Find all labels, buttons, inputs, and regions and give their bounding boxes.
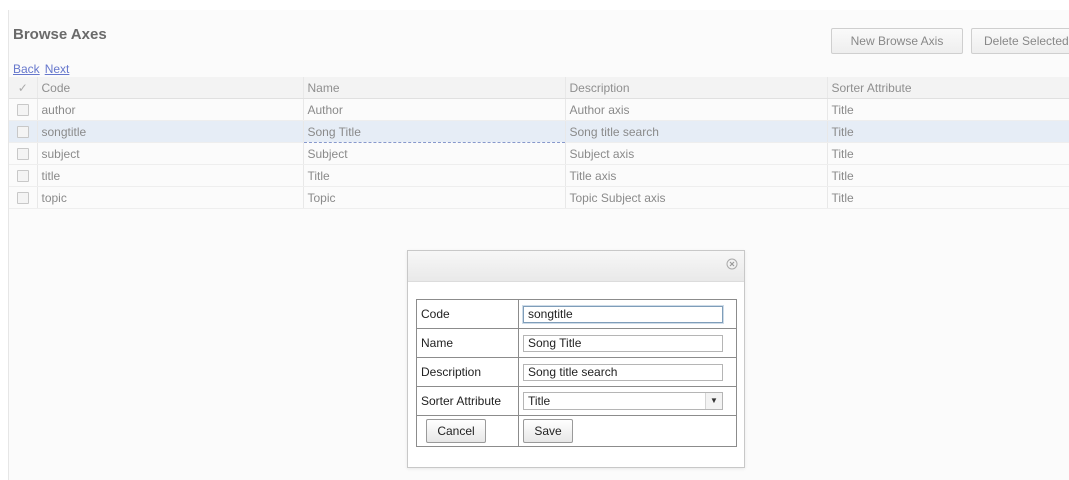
next-link[interactable]: Next xyxy=(45,62,70,76)
delete-selected-button[interactable]: Delete Selected xyxy=(971,28,1069,54)
checkmark-icon: ✓ xyxy=(17,80,28,95)
sorter-attribute-value: Title xyxy=(528,394,551,408)
cell-sorter: Title xyxy=(827,164,1069,187)
cell-name: Subject xyxy=(303,142,566,165)
back-link[interactable]: Back xyxy=(13,62,40,76)
cell-code: songtitle xyxy=(37,120,304,143)
name-input[interactable] xyxy=(523,334,723,352)
cell-name: Author xyxy=(303,98,566,121)
cell-description: Author axis xyxy=(565,98,828,121)
row-checkbox[interactable] xyxy=(16,148,29,161)
cell-code: title xyxy=(37,164,304,187)
browse-axes-page: Browse Axes New Browse Axis Delete Selec… xyxy=(8,10,1069,480)
form-row-sorter: Sorter Attribute Title ▼ xyxy=(416,386,737,416)
chevron-down-icon[interactable]: ▼ xyxy=(705,393,722,409)
page-title: Browse Axes xyxy=(13,26,107,43)
name-label: Name xyxy=(416,328,519,358)
row-checkbox[interactable] xyxy=(16,170,29,183)
cell-sorter: Title xyxy=(827,120,1069,143)
cancel-button[interactable]: Cancel xyxy=(426,419,486,443)
close-icon[interactable] xyxy=(726,258,738,270)
code-input[interactable] xyxy=(523,305,723,323)
cell-name: Title xyxy=(303,164,566,187)
table-row[interactable]: title Title Title axis Title xyxy=(9,164,1069,187)
cell-sorter: Title xyxy=(827,98,1069,121)
form-row-actions: Cancel Save xyxy=(416,415,737,447)
sorter-attribute-select[interactable]: Title ▼ xyxy=(523,392,723,410)
row-checkbox[interactable] xyxy=(16,126,29,139)
cell-code: subject xyxy=(37,142,304,165)
table-row-selected[interactable]: songtitle Song Title Song title search T… xyxy=(9,120,1069,143)
new-browse-axis-button[interactable]: New Browse Axis xyxy=(831,28,963,54)
description-label: Description xyxy=(416,357,519,387)
column-header-description[interactable]: Description xyxy=(565,77,828,99)
cell-sorter: Title xyxy=(827,142,1069,165)
cell-description: Subject axis xyxy=(565,142,828,165)
edit-browse-axis-dialog: Code Name Description Sorter Attribute T… xyxy=(407,250,745,468)
table-row[interactable]: topic Topic Topic Subject axis Title xyxy=(9,186,1069,209)
cell-description: Topic Subject axis xyxy=(565,186,828,209)
description-input[interactable] xyxy=(523,363,723,381)
browse-axes-table: ✓ Code Name Description Sorter Attribute… xyxy=(9,77,1069,209)
sorter-attribute-label: Sorter Attribute xyxy=(416,386,519,416)
table-row[interactable]: author Author Author axis Title xyxy=(9,98,1069,121)
form-row-description: Description xyxy=(416,357,737,387)
pagination-nav: Back Next xyxy=(13,62,74,76)
form-row-code: Code xyxy=(416,299,737,329)
browse-axis-form: Code Name Description Sorter Attribute T… xyxy=(416,299,737,447)
select-all-column[interactable]: ✓ xyxy=(9,77,38,99)
cell-name: Song Title xyxy=(303,120,566,143)
code-label: Code xyxy=(416,299,519,329)
cell-code: author xyxy=(37,98,304,121)
row-checkbox[interactable] xyxy=(16,104,29,117)
row-checkbox[interactable] xyxy=(16,192,29,205)
form-row-name: Name xyxy=(416,328,737,358)
cell-name: Topic xyxy=(303,186,566,209)
cell-description: Song title search xyxy=(565,120,828,143)
cell-code: topic xyxy=(37,186,304,209)
table-header-row: ✓ Code Name Description Sorter Attribute xyxy=(9,77,1069,99)
save-button[interactable]: Save xyxy=(523,419,573,443)
page-header: Browse Axes New Browse Axis Delete Selec… xyxy=(9,10,1069,60)
cell-description: Title axis xyxy=(565,164,828,187)
column-header-name[interactable]: Name xyxy=(303,77,566,99)
cell-sorter: Title xyxy=(827,186,1069,209)
table-row[interactable]: subject Subject Subject axis Title xyxy=(9,142,1069,165)
column-header-code[interactable]: Code xyxy=(37,77,304,99)
column-header-sorter-attribute[interactable]: Sorter Attribute xyxy=(827,77,1069,99)
dialog-title-bar[interactable] xyxy=(408,251,744,282)
